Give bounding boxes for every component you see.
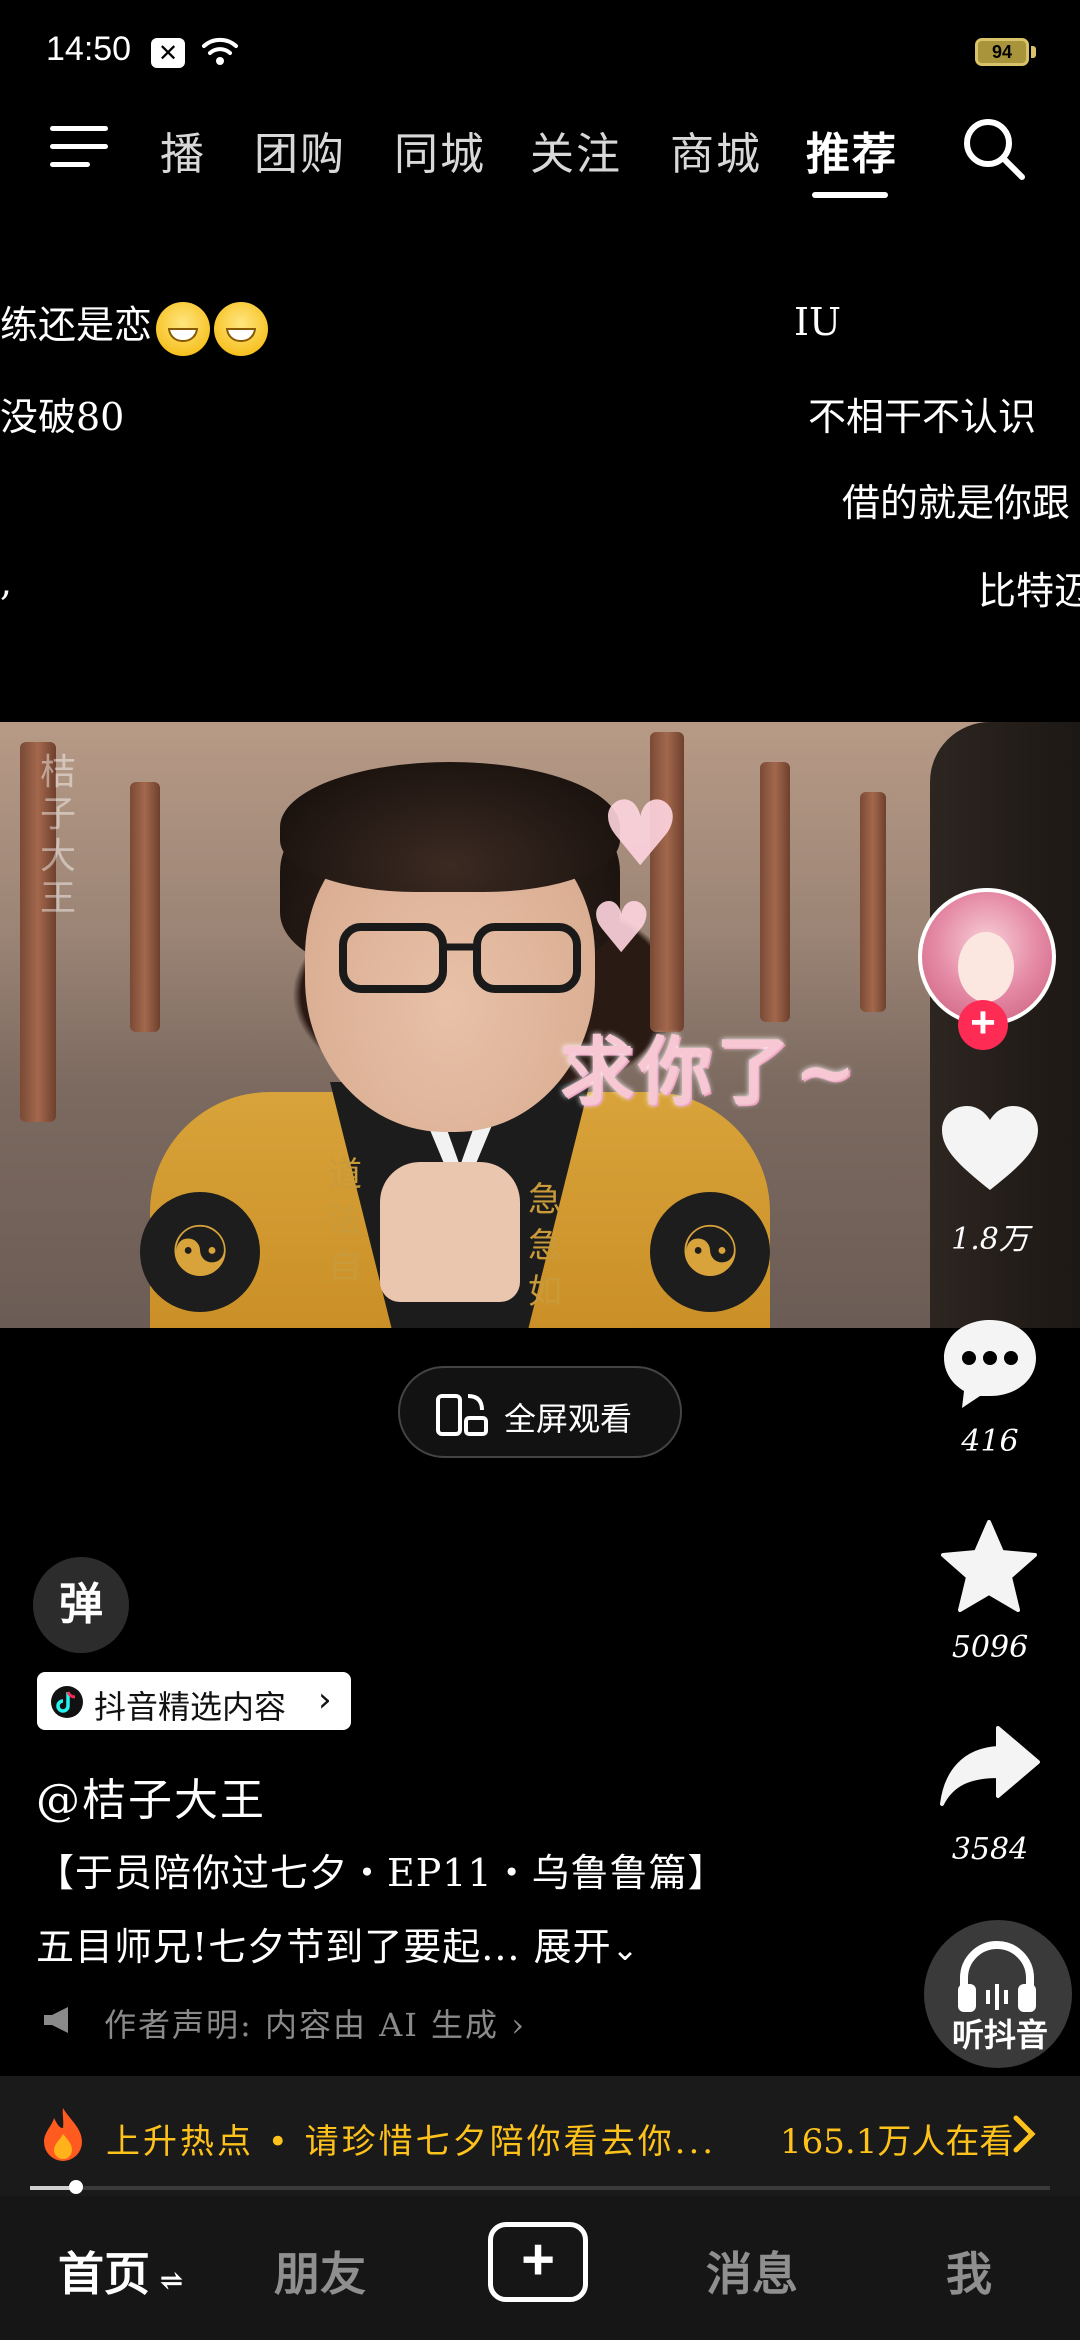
grin-emoji-icon bbox=[156, 301, 211, 356]
expand-link[interactable]: 展开⌄ bbox=[521, 1925, 640, 1969]
video-progress-track[interactable] bbox=[30, 2186, 1050, 2190]
favorite-star-icon[interactable] bbox=[938, 1518, 1040, 1614]
heart-decoration-icon: ♥ bbox=[600, 782, 681, 887]
chevron-down-icon: ⌄ bbox=[611, 1930, 640, 1968]
create-post-button[interactable]: + bbox=[488, 2222, 588, 2302]
follow-button[interactable]: + bbox=[958, 1000, 1008, 1050]
share-count: 3584 bbox=[951, 1832, 1029, 1867]
heart-decoration-icon: ♥ bbox=[590, 887, 653, 969]
tab-group-buy[interactable]: 团购 bbox=[254, 118, 346, 182]
ai-disclosure-notice[interactable]: 作者声明: 内容由 AI 生成 › bbox=[104, 2000, 526, 2046]
danmaku-toggle-button[interactable]: 弹 bbox=[33, 1557, 129, 1653]
chevron-right-icon: › bbox=[318, 1680, 332, 1720]
danmaku-item: , bbox=[0, 560, 13, 604]
megaphone-icon bbox=[44, 2007, 68, 2033]
danmaku-item: 练还是恋 bbox=[0, 294, 269, 356]
listen-label: 听抖音 bbox=[951, 2016, 1048, 2054]
video-progress-handle[interactable] bbox=[69, 2180, 83, 2194]
video-caption: 求你了~ bbox=[560, 1029, 861, 1115]
viewer-count: 165.1万人在看 bbox=[780, 2122, 1014, 2162]
video-description: 五目师兄!七夕节到了要起... 展开⌄ bbox=[36, 1925, 640, 1969]
share-icon[interactable] bbox=[938, 1724, 1042, 1808]
tab-following[interactable]: 关注 bbox=[530, 118, 622, 182]
video-watermark: 桔子大王 bbox=[40, 752, 77, 919]
tab-me[interactable]: 我 bbox=[946, 2238, 992, 2304]
tab-recommended[interactable]: 推荐 bbox=[806, 118, 898, 182]
tab-live[interactable]: 播 bbox=[160, 118, 206, 182]
tab-home[interactable]: 首页 ⇌ bbox=[58, 2238, 183, 2304]
active-tab-indicator bbox=[812, 192, 888, 198]
like-count: 1.8万 bbox=[951, 1222, 1029, 1257]
tab-nearby[interactable]: 同城 bbox=[394, 118, 486, 182]
glasses-image bbox=[339, 923, 581, 993]
featured-content-label: 抖音精选内容 bbox=[94, 1688, 287, 1726]
robe-text-right: 急急如 bbox=[528, 1180, 562, 1312]
swap-icon: ⇌ bbox=[150, 2264, 184, 2297]
battery-tip bbox=[1031, 46, 1036, 58]
comment-icon[interactable] bbox=[940, 1316, 1040, 1412]
bagua-emblem-icon bbox=[650, 1192, 770, 1312]
danmaku-item: 不相干不认识 bbox=[808, 395, 1037, 439]
search-icon[interactable] bbox=[960, 115, 1028, 183]
danmaku-item: 借的就是你跟 bbox=[842, 481, 1071, 525]
menu-icon[interactable] bbox=[50, 122, 110, 172]
headphones-icon bbox=[958, 1941, 1036, 2012]
bagua-emblem-icon bbox=[140, 1192, 260, 1312]
author-name[interactable]: @桔子大王 bbox=[36, 1764, 266, 1828]
danmaku-item: 比特迈 bbox=[978, 569, 1080, 613]
favorite-count: 5096 bbox=[951, 1630, 1029, 1665]
robe-text-left: 道法自 bbox=[328, 1155, 362, 1287]
douyin-logo-icon bbox=[51, 1686, 83, 1718]
like-icon[interactable] bbox=[940, 1104, 1040, 1194]
trending-topic: 上升热点 • 请珍惜七夕陪你看去你... bbox=[106, 2122, 717, 2162]
fullscreen-label: 全屏观看 bbox=[504, 1400, 633, 1438]
fire-icon bbox=[44, 2108, 82, 2161]
tab-messages[interactable]: 消息 bbox=[706, 2238, 798, 2304]
rotate-screen-icon bbox=[436, 1394, 488, 1436]
wifi-icon bbox=[202, 37, 238, 65]
comment-count: 416 bbox=[961, 1424, 1019, 1459]
tab-friends[interactable]: 朋友 bbox=[274, 2238, 366, 2304]
danmaku-item: 没破80 bbox=[0, 395, 125, 439]
video-title: 【于员陪你过七夕・EP11・乌鲁鲁篇】 bbox=[36, 1851, 727, 1895]
battery-indicator: 94 bbox=[975, 38, 1029, 66]
danmaku-item: IU bbox=[794, 300, 842, 344]
tab-mall[interactable]: 商城 bbox=[670, 118, 762, 182]
grin-emoji-icon bbox=[214, 301, 269, 356]
status-time: 14:50 bbox=[46, 30, 132, 68]
hands-image bbox=[380, 1162, 520, 1302]
notification-icon: ✕ bbox=[151, 38, 185, 68]
video-player[interactable]: 道法自 急急如 ♥ ♥ 求你了~ 桔子大王 bbox=[0, 722, 1080, 1328]
chevron-right-icon bbox=[1013, 2115, 1036, 2153]
